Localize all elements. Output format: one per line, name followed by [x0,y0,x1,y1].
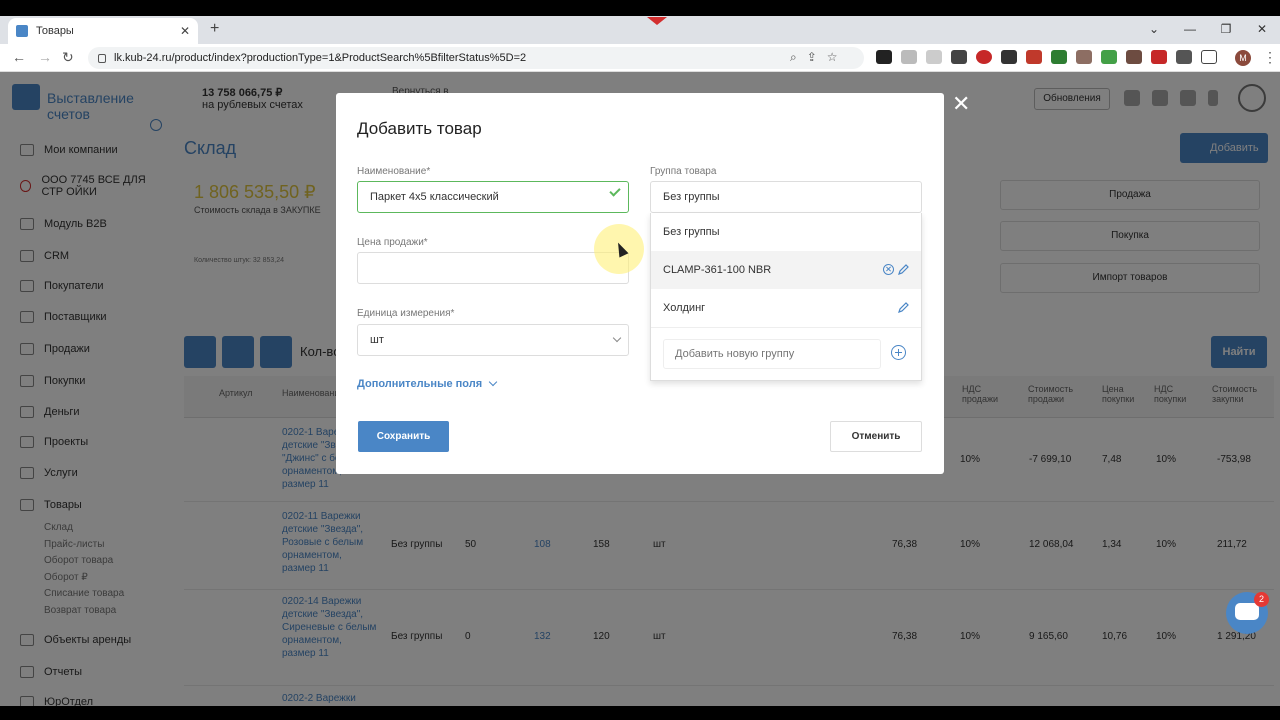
lock-icon [98,53,106,63]
extension-check-icon[interactable] [1001,50,1017,64]
new-group-input[interactable] [663,339,881,369]
extra-fields-label: Дополнительные поля [357,378,483,390]
option-label: Без группы [663,226,720,238]
restore-button[interactable]: ❐ [1208,16,1244,44]
unit-value: шт [370,334,384,346]
modal-close-icon[interactable]: ✕ [952,93,970,115]
window-close-button[interactable]: ✕ [1244,16,1280,44]
edit-pencil-icon[interactable] [898,302,909,313]
profile-avatar[interactable]: M [1235,50,1251,66]
browser-menu-icon[interactable]: ⋮ [1263,49,1277,66]
bottom-bar [0,706,1280,720]
modal-title: Добавить товар [357,119,482,138]
dropdown-option[interactable]: Холдинг [651,289,921,327]
price-label: Цена продажи* [357,237,428,248]
dropdown-divider [651,327,921,328]
browser-tabbar: Товары ✕ + ⌄ — ❐ ✕ [0,16,1280,44]
check-icon [609,185,621,197]
extension-excel-icon[interactable] [1101,50,1117,64]
favicon-icon [16,25,28,37]
url-input[interactable]: lk.kub-24.ru/product/index?productionTyp… [88,47,864,69]
extension-face-icon[interactable] [1076,50,1092,64]
recording-indicator-icon [647,17,667,25]
unit-select[interactable]: шт [357,324,629,356]
extensions-puzzle-icon[interactable] [1176,50,1192,64]
group-label: Группа товара [650,166,717,177]
minimize-button[interactable]: — [1172,16,1208,44]
group-value: Без группы [663,191,720,203]
unit-label: Единица измерения* [357,308,455,319]
extra-fields-toggle[interactable]: Дополнительные поля [357,377,498,390]
reload-icon[interactable]: ↻ [62,49,74,66]
tab-search-icon[interactable]: ⌄ [1136,16,1172,44]
address-bar: ← → ↻ lk.kub-24.ru/product/index?product… [0,44,1280,72]
sidepanel-icon[interactable] [1201,50,1217,64]
extension-flower-icon[interactable] [1051,50,1067,64]
window-controls: ⌄ — ❐ ✕ [1136,16,1280,44]
tab-close-icon[interactable]: ✕ [180,24,190,38]
name-value: Паркет 4х5 классический [370,191,499,203]
price-field[interactable] [357,252,629,284]
extension-k-icon[interactable] [876,50,892,64]
extension-grid-icon[interactable] [1126,50,1142,64]
extension-h-icon[interactable] [1151,50,1167,64]
dropdown-option[interactable]: CLAMP-361-100 NBR [651,251,921,289]
forward-icon[interactable]: → [38,49,52,65]
back-icon[interactable]: ← [12,49,26,65]
group-dropdown: Без группы CLAMP-361-100 NBR Холдинг [650,213,922,381]
option-label: CLAMP-361-100 NBR [663,264,772,276]
chevron-down-icon [612,333,622,343]
new-tab-button[interactable]: + [210,20,219,38]
dropdown-option[interactable]: Без группы [651,213,921,251]
bookmark-star-icon[interactable]: ☆ [827,50,838,65]
extension-arrow-icon[interactable] [926,50,942,64]
edit-pencil-icon[interactable] [898,264,909,275]
option-label: Холдинг [663,302,706,314]
name-label: Наименование* [357,166,431,177]
chat-badge: 2 [1254,592,1269,607]
chevron-down-icon [488,377,498,387]
add-group-plus-icon[interactable] [891,345,906,360]
share-icon[interactable]: ⇪ [807,50,817,65]
name-field[interactable]: Паркет 4х5 классический [357,181,629,213]
extension-film-icon[interactable] [951,50,967,64]
chat-icon [1235,603,1259,620]
extension-printer-icon[interactable] [901,50,917,64]
app-window: Выставление счетов Мои компании ООО 7745… [0,72,1280,706]
group-select[interactable]: Без группы [650,181,922,213]
save-button[interactable]: Сохранить [358,421,449,452]
cancel-button[interactable]: Отменить [830,421,922,452]
browser-tab[interactable]: Товары ✕ [8,18,198,44]
add-product-modal: Добавить товар Наименование* Паркет 4х5 … [336,93,944,474]
zoom-icon[interactable]: ⌕ [790,50,797,65]
extension-stop-icon[interactable] [976,50,992,64]
extension-avatar-icon[interactable] [1026,50,1042,64]
tab-title: Товары [36,25,74,37]
url-actions: ⌕ ⇪ ☆ [790,50,838,65]
delete-group-icon[interactable] [883,264,894,275]
url-text: lk.kub-24.ru/product/index?productionTyp… [114,52,527,64]
extensions-bar [876,50,1217,64]
